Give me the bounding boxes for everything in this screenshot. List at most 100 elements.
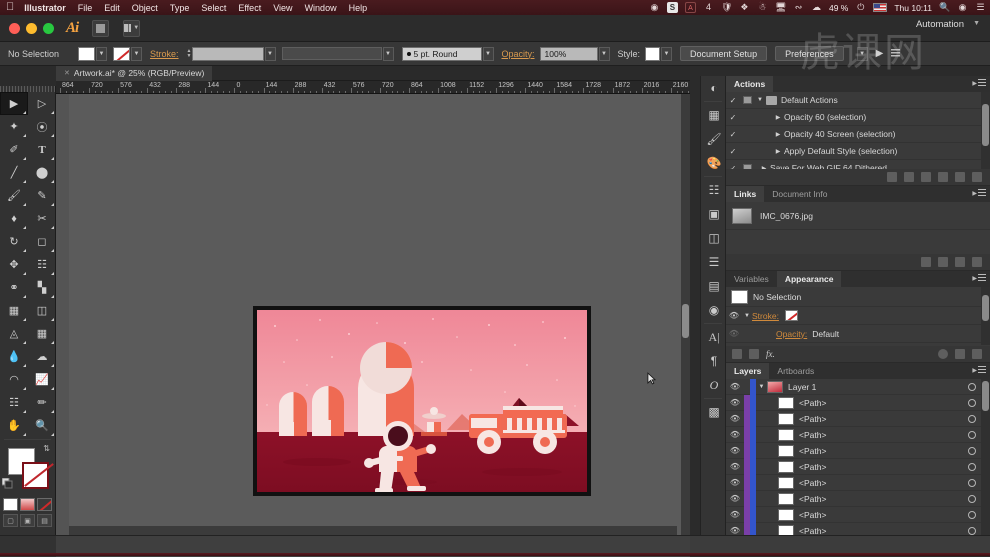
us-flag-icon[interactable] xyxy=(873,3,888,12)
fill-dropdown-icon[interactable]: ▼ xyxy=(96,46,108,61)
visibility-eye-icon[interactable]: 👁 xyxy=(726,462,744,471)
add-new-stroke-icon[interactable] xyxy=(732,349,742,359)
record-icon[interactable] xyxy=(904,172,914,182)
symbol-sprayer-tool[interactable]: ☁ xyxy=(28,345,56,368)
maximize-window-button[interactable] xyxy=(43,22,54,34)
line-segment-tool[interactable]: ╱ xyxy=(0,161,28,184)
layer-target-indicator[interactable] xyxy=(968,446,976,455)
visibility-eye-icon-disabled[interactable]: 👁 xyxy=(726,329,742,338)
font-icon[interactable]: A xyxy=(684,2,696,13)
variable-width-profile-field[interactable] xyxy=(281,47,382,60)
perspective-selection-tool[interactable]: ◫ xyxy=(28,299,56,322)
panel-menu-icon[interactable]: ▶ xyxy=(972,189,986,197)
panel-menu-icon[interactable]: ▶ xyxy=(972,79,986,87)
search-icon[interactable]: 🔍 xyxy=(939,2,950,13)
siri-icon[interactable]: ◉ xyxy=(957,2,968,13)
tab-document-info[interactable]: Document Info xyxy=(764,186,835,202)
glyphs-panel-icon[interactable]: O xyxy=(701,373,727,397)
opacity-dropdown-icon[interactable]: ▼ xyxy=(598,46,610,61)
layer-target-indicator[interactable] xyxy=(968,430,976,439)
layer-path-row[interactable]: 👁 <Path> xyxy=(726,442,990,459)
panel-menu-icon[interactable]: ▶ xyxy=(972,366,986,374)
selection-tool[interactable]: ▶ xyxy=(0,92,28,115)
add-new-fill-icon[interactable] xyxy=(749,349,759,359)
new-set-icon[interactable] xyxy=(938,172,948,182)
layer-name-label[interactable]: <Path> xyxy=(799,510,826,520)
actions-scrollbar[interactable] xyxy=(981,92,990,178)
eraser-tool[interactable]: ✂ xyxy=(28,207,56,230)
layer-target-indicator[interactable] xyxy=(968,510,976,519)
layer-path-row[interactable]: 👁 <Path> xyxy=(726,490,990,507)
wifi-icon[interactable]: ☁ xyxy=(811,2,822,13)
layer-target-indicator[interactable] xyxy=(968,494,976,503)
artboard-tool[interactable]: ☷ xyxy=(0,391,28,414)
action-toggle-icon[interactable]: ✓ xyxy=(726,96,740,105)
gradient-panel-icon[interactable]: ◐ xyxy=(701,76,727,100)
visibility-eye-icon[interactable]: 👁 xyxy=(726,510,744,519)
visibility-eye-icon[interactable]: 👁 xyxy=(726,446,744,455)
minimize-window-button[interactable] xyxy=(26,22,37,34)
layer-name-label[interactable]: <Path> xyxy=(799,494,826,504)
scale-tool[interactable]: ◻ xyxy=(28,230,56,253)
canvas-vertical-scrollbar[interactable] xyxy=(681,94,690,535)
ellipse-tool[interactable]: ⬤ xyxy=(28,161,56,184)
graphic-styles-panel-icon[interactable]: ▤ xyxy=(701,274,727,298)
tab-artboards[interactable]: Artboards xyxy=(769,363,822,379)
close-window-button[interactable] xyxy=(9,22,20,34)
stroke-label[interactable]: Stroke: xyxy=(150,49,179,59)
action-toggle-icon[interactable]: ✓ xyxy=(726,130,740,139)
layers-scroll-thumb[interactable] xyxy=(982,381,989,411)
action-toggle-icon[interactable]: ✓ xyxy=(726,147,740,156)
paragraph-panel-icon[interactable]: ¶ xyxy=(701,349,727,373)
layer-name-label[interactable]: <Path> xyxy=(799,446,826,456)
paintbrush-tool[interactable]: 🖌 xyxy=(0,184,28,207)
menu-item-type[interactable]: Type xyxy=(170,3,190,13)
update-link-icon[interactable] xyxy=(955,257,965,267)
none-swatch-button[interactable] xyxy=(37,498,52,511)
appearance-stroke-label[interactable]: Stroke: xyxy=(752,311,779,321)
type-tool[interactable]: T xyxy=(28,138,56,161)
slice-tool[interactable]: ✏ xyxy=(28,391,56,414)
dropbox-icon[interactable]: ❖ xyxy=(739,2,750,13)
character-panel-icon[interactable]: A| xyxy=(701,325,727,349)
horizontal-ruler[interactable]: 864 720 576 432 288 144 0 144 288 432 576 720 864 100… xyxy=(56,81,690,94)
mesh-tool[interactable]: ▦ xyxy=(28,322,56,345)
brushes-panel-icon[interactable]: 🖌 xyxy=(701,127,727,151)
layer-name-label[interactable]: <Path> xyxy=(799,478,826,488)
artboard[interactable] xyxy=(253,306,591,496)
chevron-right-icon[interactable]: ▶ xyxy=(772,114,784,121)
pathfinder-panel-icon[interactable]: ◫ xyxy=(701,226,727,250)
layers-scrollbar[interactable] xyxy=(981,379,990,555)
draw-normal-button[interactable]: ▢ xyxy=(3,514,18,527)
artwork-illustration[interactable] xyxy=(257,310,587,492)
document-canvas[interactable] xyxy=(56,94,690,535)
profile-dropdown-icon[interactable]: ▼ xyxy=(382,46,394,61)
width-tool[interactable]: ✥ xyxy=(0,253,28,276)
style-dropdown-icon[interactable]: ▼ xyxy=(661,46,673,61)
action-row-opacity-60[interactable]: ✓ ▶ Opacity 60 (selection) xyxy=(726,109,990,126)
lasso-tool[interactable]: ⦿ xyxy=(28,115,56,138)
play-action-icon[interactable]: ▶ xyxy=(876,48,884,59)
eyedropper-tool[interactable]: 💧 xyxy=(0,345,28,368)
stroke-none-swatch[interactable] xyxy=(784,310,798,321)
transform-panel-icon[interactable]: ▣ xyxy=(701,202,727,226)
layer-target-indicator[interactable] xyxy=(968,526,976,535)
play-icon[interactable] xyxy=(921,172,931,182)
relink-icon[interactable] xyxy=(921,257,931,267)
appearance-opacity-label[interactable]: Opacity: xyxy=(776,329,807,339)
panel-menu-icon[interactable]: ▶ xyxy=(972,274,986,282)
document-tab[interactable]: ✕ Artwork.ai* @ 25% (RGB/Preview) xyxy=(56,65,213,81)
canvas-vertical-scroll-thumb[interactable] xyxy=(682,304,689,338)
gradient-swatch-button[interactable] xyxy=(20,498,35,511)
menu-item-select[interactable]: Select xyxy=(201,3,226,13)
link-item[interactable]: IMC_0676.jpg xyxy=(726,202,990,230)
blob-brush-tool[interactable]: ♦ xyxy=(0,207,28,230)
battery-charging-icon[interactable]: ⏻ xyxy=(855,2,866,13)
layer-path-row[interactable]: 👁 <Path> xyxy=(726,410,990,427)
action-list-icon[interactable] xyxy=(891,49,901,58)
menu-item-view[interactable]: View xyxy=(273,3,292,13)
tab-links[interactable]: Links xyxy=(726,186,765,202)
shield-icon[interactable]: 🛡 xyxy=(721,2,732,13)
menu-item-effect[interactable]: Effect xyxy=(238,3,261,13)
tab-layers[interactable]: Layers xyxy=(726,363,770,379)
